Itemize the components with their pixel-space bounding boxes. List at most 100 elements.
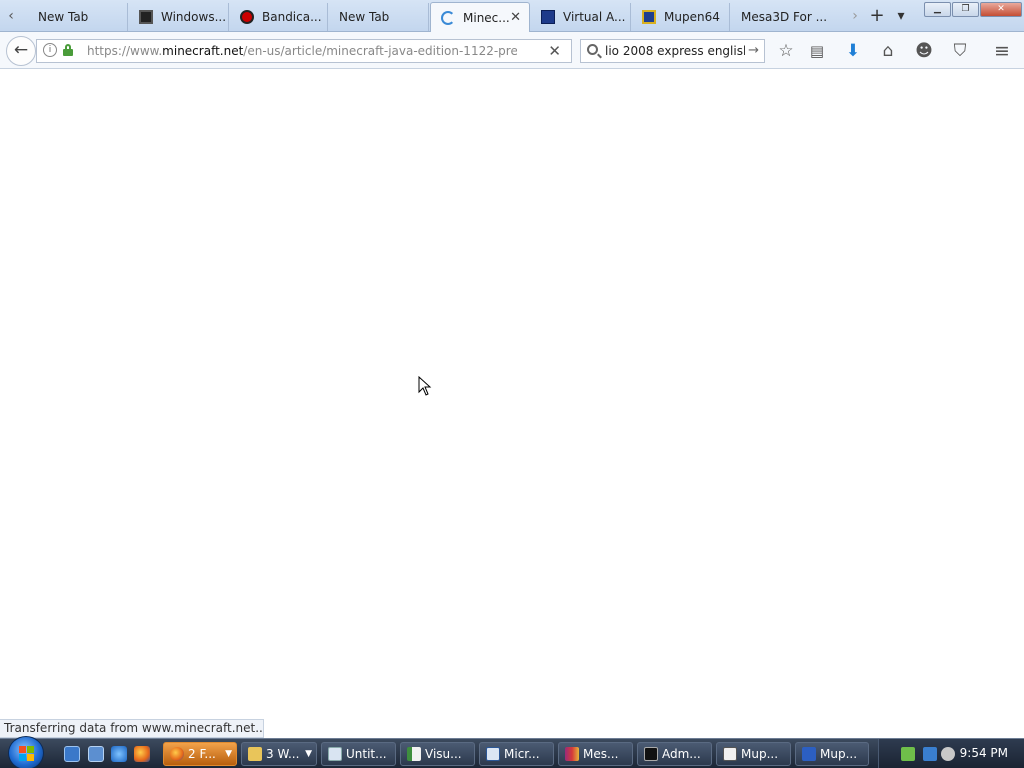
taskbar-button-winrar[interactable]: Mes...: [558, 742, 633, 766]
volume-muted-icon[interactable]: [941, 747, 955, 761]
pocket-button[interactable]: ⛉: [949, 40, 971, 62]
mouse-cursor-icon: [418, 376, 432, 396]
minimize-icon: ▁: [934, 4, 941, 14]
taskbar-button-label: Micr...: [504, 747, 540, 761]
star-icon: ☆: [778, 41, 794, 61]
restore-button[interactable]: ❐: [952, 2, 979, 17]
taskbar-button-paint[interactable]: Untit...: [321, 742, 396, 766]
chevron-down-icon: ▼: [305, 749, 312, 759]
tab-label: Mesa3D For ...: [741, 10, 828, 24]
downloads-button[interactable]: ⬇: [842, 40, 864, 62]
tab-new-tab-2[interactable]: New Tab: [329, 3, 429, 31]
search-input[interactable]: lio 2008 express english iso: [605, 44, 745, 58]
new-tab-button[interactable]: +: [868, 4, 886, 28]
status-bar: Transferring data from www.minecraft.net…: [0, 719, 264, 738]
switch-windows-icon[interactable]: [88, 746, 104, 762]
mupen-icon: [802, 747, 816, 761]
tab-label: Virtual A...: [563, 10, 626, 24]
show-desktop-icon[interactable]: [64, 746, 80, 762]
cmd-icon: [644, 747, 658, 761]
network-check-icon[interactable]: [901, 747, 915, 761]
tab-windows[interactable]: Windows...: [129, 3, 229, 31]
app-icon: [723, 747, 737, 761]
bookmark-star-button[interactable]: ☆: [775, 40, 797, 62]
taskbar-button-word[interactable]: Micr...: [479, 742, 554, 766]
network-icon[interactable]: [923, 747, 937, 761]
arrow-left-icon: ←: [13, 40, 29, 60]
hello-button[interactable]: ☻: [913, 40, 935, 62]
search-icon: [587, 44, 598, 55]
url-path: /en-us/article/minecraft-java-edition-11…: [243, 44, 517, 58]
taskbar-button-explorer[interactable]: 3 W... ▼: [241, 742, 317, 766]
firefox-icon: [170, 747, 184, 761]
chevron-down-icon: ▼: [225, 749, 232, 759]
list-all-tabs-button[interactable]: ▾: [892, 4, 910, 28]
tab-mesa3d[interactable]: Mesa3D For ...: [731, 3, 841, 31]
start-button[interactable]: [8, 736, 44, 768]
taskbar-button-label: Mup...: [820, 747, 858, 761]
taskbar-button-mupen-1[interactable]: Mup...: [716, 742, 791, 766]
taskbar: 2 F... ▼ 3 W... ▼ Untit... Visu... Micr.…: [0, 736, 1024, 768]
tab-scroll-left-button[interactable]: ‹: [2, 4, 20, 28]
minimize-button[interactable]: ▁: [924, 2, 951, 17]
tab-label: Minec...: [463, 10, 510, 25]
firefox-quicklaunch-icon[interactable]: [134, 746, 150, 762]
system-tray: 9:54 PM: [878, 739, 1024, 768]
search-bar[interactable]: lio 2008 express english iso →: [580, 39, 765, 63]
home-button[interactable]: ⌂: [877, 40, 899, 62]
virtual-audio-icon: [541, 10, 555, 24]
tab-label: Bandica...: [262, 10, 322, 24]
home-icon: ⌂: [882, 41, 894, 61]
menu-icon: ≡: [994, 40, 1010, 62]
tab-strip: ‹ New Tab Windows... Bandica... New Tab …: [0, 0, 1024, 32]
tab-new-tab-1[interactable]: New Tab: [28, 3, 128, 31]
close-icon: ✕: [997, 4, 1005, 14]
back-button[interactable]: ←: [6, 36, 36, 66]
clock[interactable]: 9:54 PM: [960, 746, 1008, 760]
url-prefix: https://www.: [87, 44, 163, 58]
taskbar-button-cmd[interactable]: Adm...: [637, 742, 712, 766]
taskbar-button-visual-studio[interactable]: Visu...: [400, 742, 475, 766]
taskbar-button-firefox[interactable]: 2 F... ▼: [163, 742, 237, 766]
close-tab-icon[interactable]: ✕: [510, 10, 521, 25]
reading-list-icon: ▤: [809, 42, 825, 60]
archive-icon: [139, 10, 153, 24]
paint-icon: [328, 747, 342, 761]
chevron-left-icon: ‹: [8, 8, 14, 24]
search-go-icon[interactable]: →: [748, 43, 759, 58]
taskbar-button-label: Mes...: [583, 747, 619, 761]
pocket-icon: ⛉: [953, 41, 967, 61]
mupen-icon: [642, 10, 656, 24]
tab-scroll-right-button[interactable]: ›: [846, 4, 864, 28]
tab-label: Windows...: [161, 10, 227, 24]
url-text[interactable]: https://www.minecraft.net/en-us/article/…: [87, 44, 517, 58]
internet-explorer-icon[interactable]: [111, 746, 127, 762]
taskbar-button-label: 2 F...: [188, 747, 216, 761]
plus-icon: +: [869, 5, 885, 26]
stop-loading-icon[interactable]: ✕: [548, 42, 561, 60]
close-window-button[interactable]: ✕: [980, 2, 1022, 17]
page-content[interactable]: [0, 70, 1024, 738]
word-icon: [486, 747, 500, 761]
tab-virtual-audio[interactable]: Virtual A...: [531, 3, 631, 31]
url-bar[interactable]: i https://www.minecraft.net/en-us/articl…: [36, 39, 572, 63]
tab-mupen64[interactable]: Mupen64: [632, 3, 730, 31]
window-controls: ▁ ❐ ✕: [923, 2, 1022, 17]
taskbar-button-label: Visu...: [425, 747, 462, 761]
tab-label: New Tab: [38, 10, 89, 24]
reading-list-button[interactable]: ▤: [806, 40, 828, 62]
tab-bandicam[interactable]: Bandica...: [230, 3, 328, 31]
info-icon[interactable]: i: [43, 43, 57, 57]
chevron-down-icon: ▾: [897, 8, 905, 24]
tab-label: New Tab: [339, 10, 390, 24]
restore-icon: ❐: [961, 4, 970, 14]
taskbar-button-mupen-2[interactable]: Mup...: [795, 742, 869, 766]
url-domain: minecraft.net: [162, 44, 244, 58]
record-icon: [240, 10, 254, 24]
folder-icon: [248, 747, 262, 761]
status-text: Transferring data from www.minecraft.net…: [4, 721, 264, 735]
tab-minecraft[interactable]: Minec... ✕: [430, 2, 530, 32]
taskbar-button-label: Untit...: [346, 747, 387, 761]
loading-icon: [441, 10, 455, 25]
open-menu-button[interactable]: ≡: [991, 40, 1013, 62]
